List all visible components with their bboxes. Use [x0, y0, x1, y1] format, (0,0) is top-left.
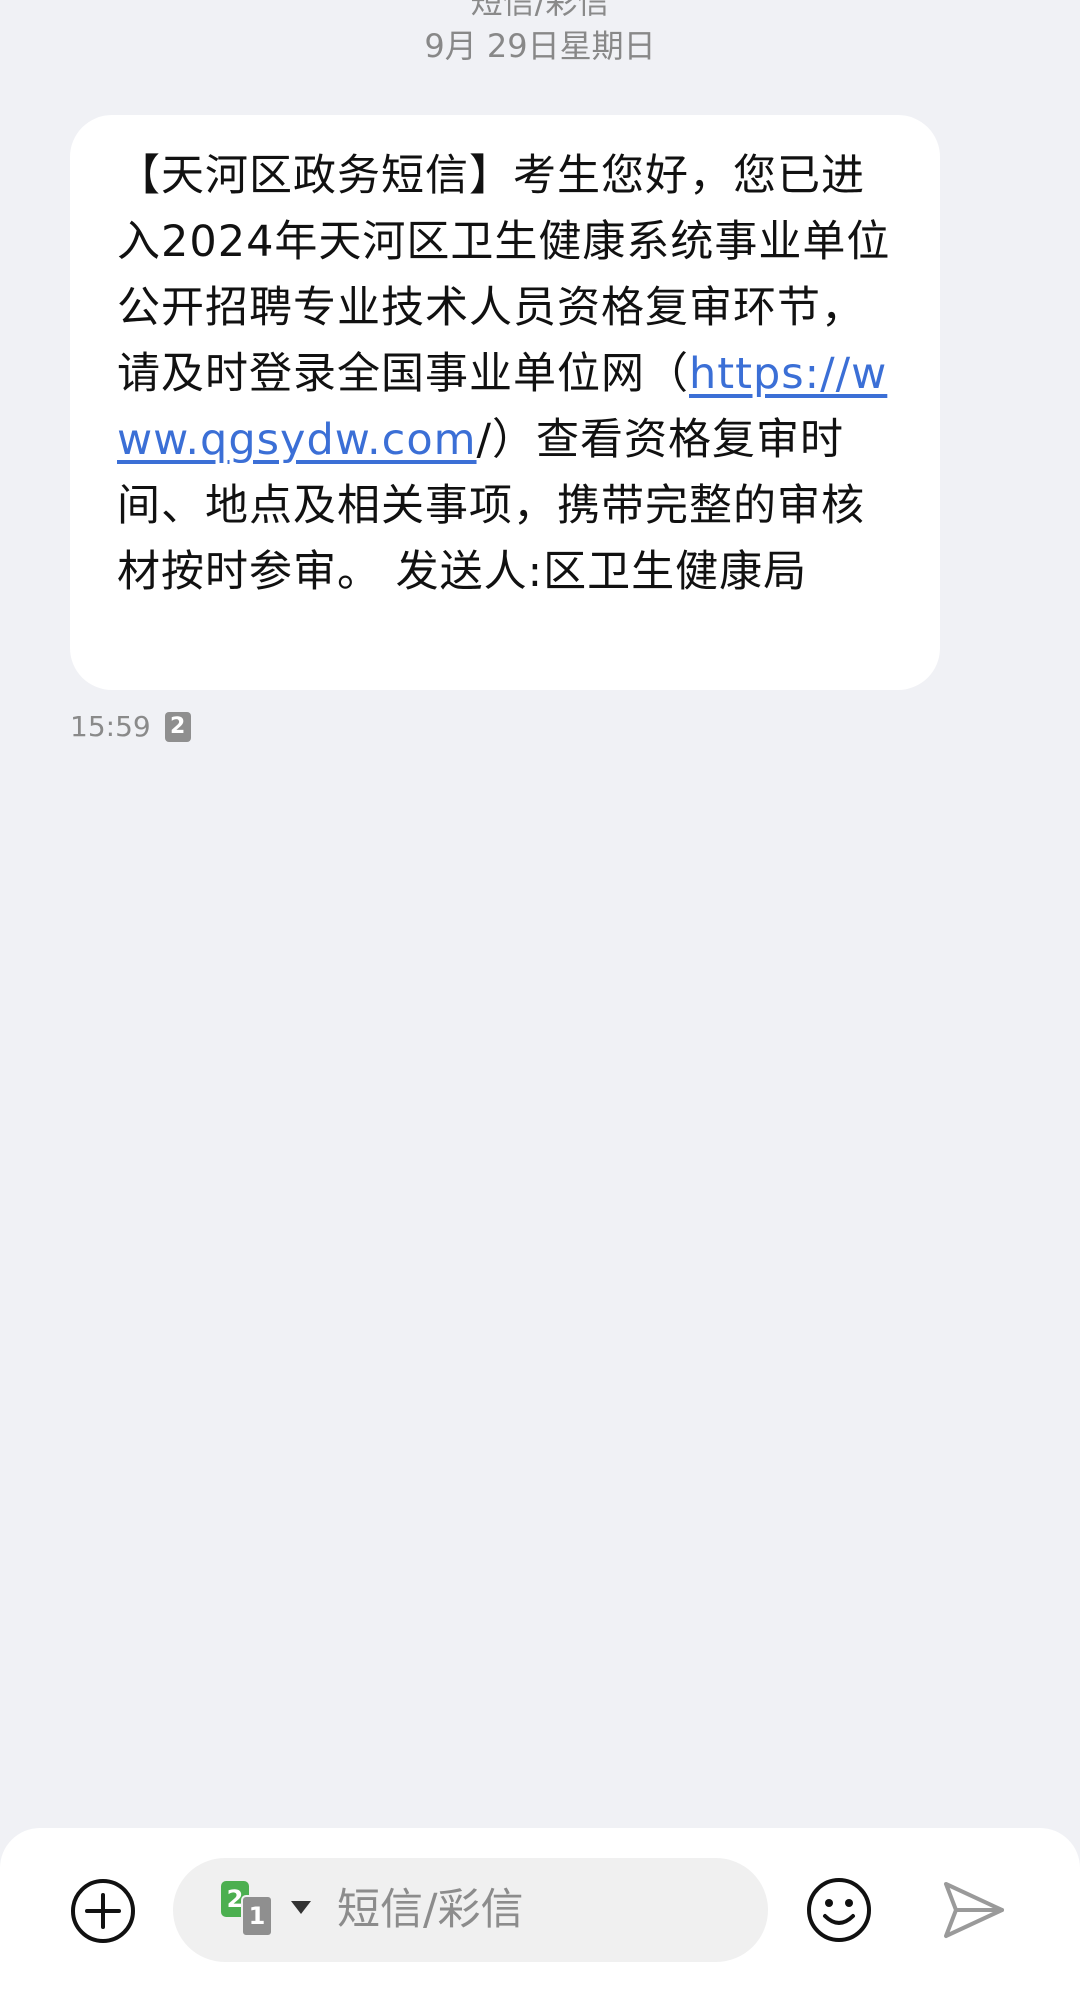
plus-circle-icon [71, 1879, 135, 1943]
message-text: 【天河区政务短信】考生您好，您已进入2024年天河区卫生健康系统事业单位公开招聘… [117, 143, 902, 605]
add-attachment-button[interactable] [70, 1878, 136, 1944]
conversation-type-label: 短信/彩信 [470, 0, 610, 21]
sim-1-icon: 1 [241, 1895, 273, 1937]
paper-plane-icon [944, 1882, 1004, 1938]
message-bubble[interactable]: 【天河区政务短信】考生您好，您已进入2024年天河区卫生健康系统事业单位公开招聘… [70, 115, 940, 690]
message-meta: 15:59 2 [70, 710, 191, 743]
message-input[interactable] [337, 1858, 737, 1962]
message-time: 15:59 [70, 710, 151, 743]
emoji-button[interactable] [805, 1876, 873, 1944]
date-header: 9月 29日星期日 [424, 27, 656, 65]
sim-badge: 2 [164, 711, 191, 742]
composer-bar: 2 1 [0, 1828, 1080, 1990]
message-input-container: 2 1 [173, 1858, 768, 1962]
smiley-icon [807, 1878, 871, 1942]
send-button[interactable] [940, 1876, 1008, 1944]
sim-selector[interactable]: 2 1 [221, 1881, 311, 1939]
triangle-down-icon [291, 1901, 311, 1914]
